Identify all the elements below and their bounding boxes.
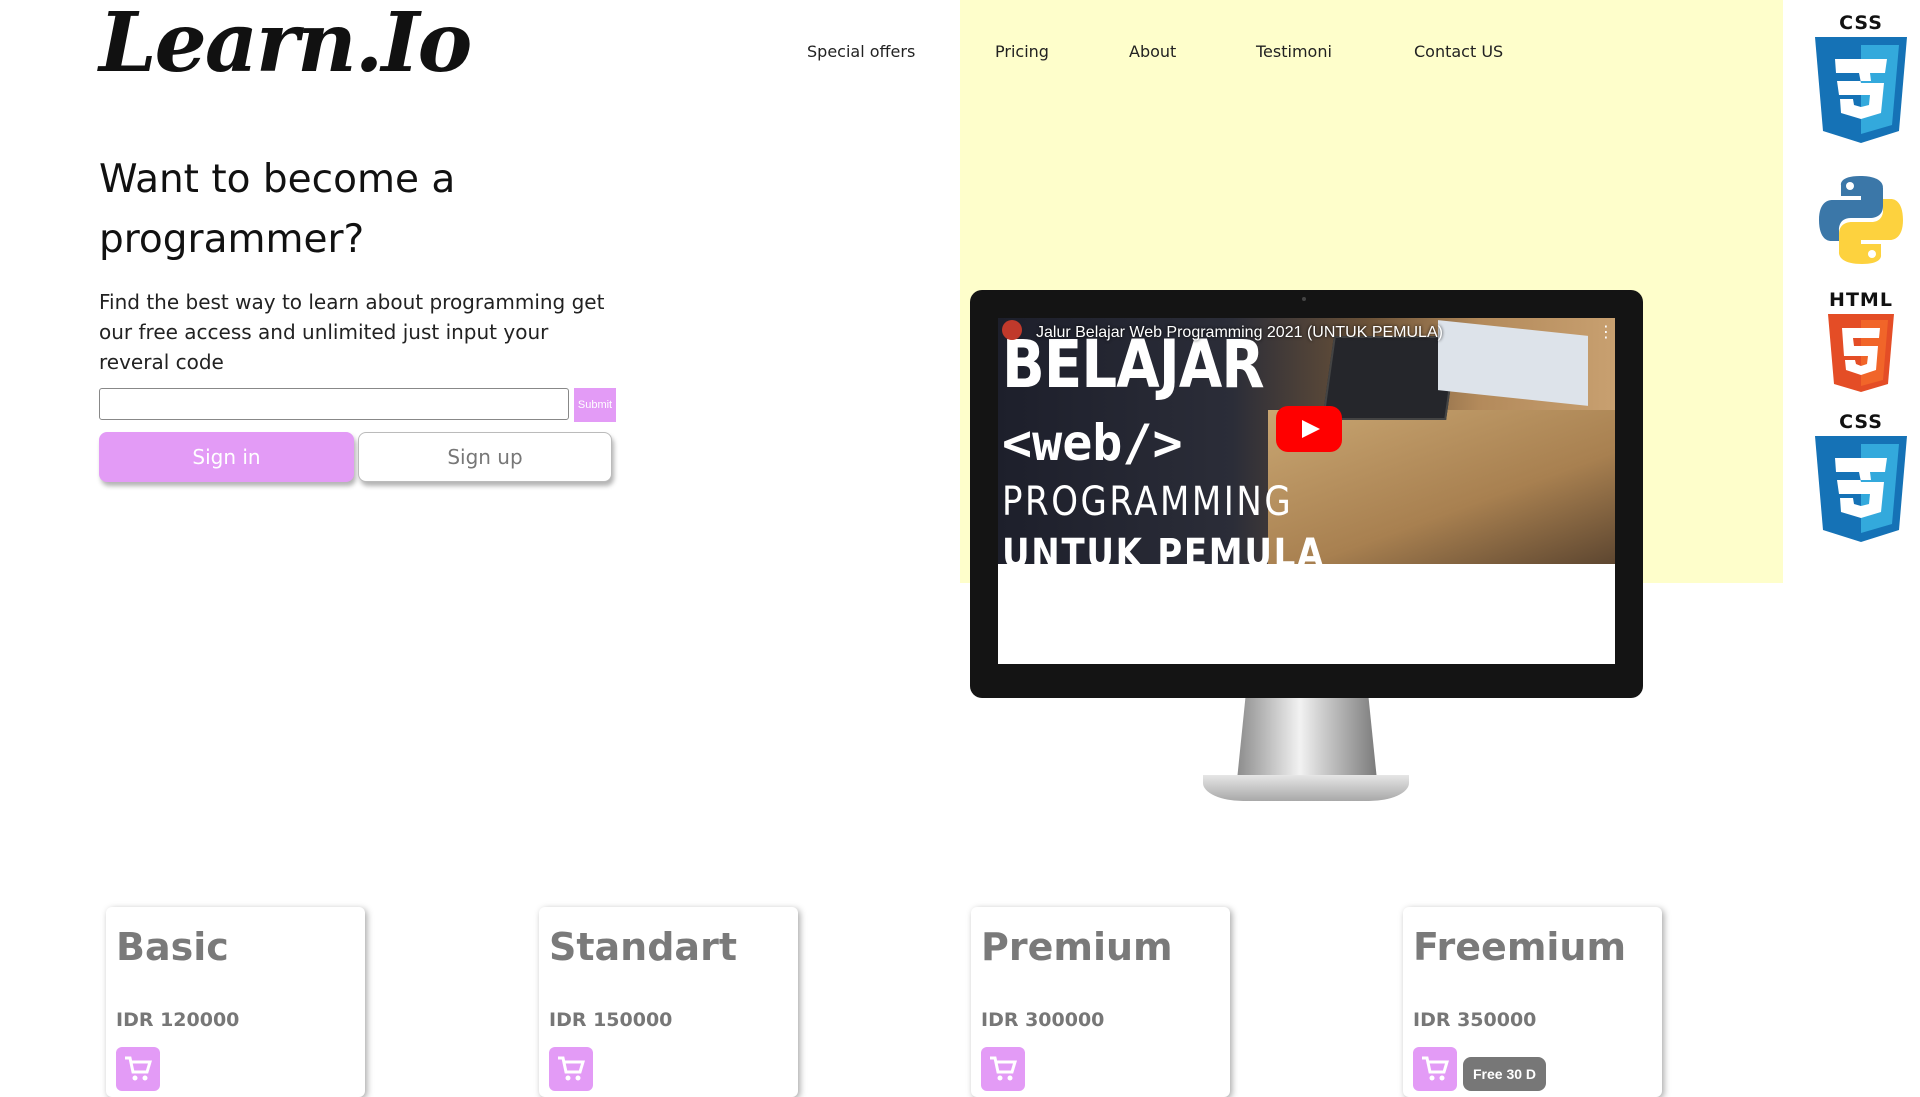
plan-name: Premium <box>981 925 1173 969</box>
nav-link-special-offers[interactable]: Special offers <box>807 42 915 61</box>
video-thumb-text-untuk-pemula: UNTUK PEMULA <box>1002 531 1326 564</box>
plan-price: IDR 300000 <box>981 1009 1105 1031</box>
nav-link-pricing[interactable]: Pricing <box>995 42 1049 61</box>
pricing-card-standart: Standart IDR 150000 <box>539 907 798 1097</box>
monitor-screen: BELAJAR <web/> PROGRAMMING UNTUK PEMULA … <box>998 318 1615 664</box>
add-to-cart-button[interactable] <box>981 1047 1025 1091</box>
sign-in-button[interactable]: Sign in <box>99 432 354 482</box>
nav-link-contact[interactable]: Contact US <box>1414 42 1503 61</box>
html5-icon <box>1828 314 1894 392</box>
add-to-cart-button[interactable] <box>116 1047 160 1091</box>
hero-title: Want to become a programmer? <box>99 157 456 262</box>
css3-icon <box>1815 436 1907 542</box>
plan-name: Basic <box>116 925 229 969</box>
monitor-camera <box>1302 297 1306 301</box>
tech-label-html: HTML <box>1829 289 1893 311</box>
more-options-icon[interactable]: ⋮ <box>1598 322 1614 341</box>
sign-up-button[interactable]: Sign up <box>358 432 612 482</box>
tech-badge-python <box>1811 172 1911 268</box>
pricing-card-freemium: Freemium IDR 350000 Free 30 D <box>1403 907 1662 1097</box>
monitor-frame: BELAJAR <web/> PROGRAMMING UNTUK PEMULA … <box>970 290 1643 698</box>
add-to-cart-button[interactable] <box>549 1047 593 1091</box>
video-thumbnail-monitor <box>1438 320 1588 406</box>
free-trial-badge: Free 30 D <box>1463 1057 1547 1091</box>
plan-price: IDR 350000 <box>1413 1009 1537 1031</box>
referral-code-input[interactable] <box>99 388 569 420</box>
video-thumb-text-programming: PROGRAMMING <box>1002 479 1294 525</box>
video-thumb-text-web: <web/> <box>1002 414 1183 472</box>
css3-icon <box>1815 37 1907 143</box>
cart-icon <box>125 1056 152 1081</box>
tech-label-css-2: CSS <box>1839 411 1883 433</box>
monitor-stand-neck <box>1237 698 1377 780</box>
main-nav: Special offers Pricing About Testimoni C… <box>0 42 1920 66</box>
video-title[interactable]: Jalur Belajar Web Programming 2021 (UNTU… <box>1036 324 1443 342</box>
add-to-cart-button[interactable] <box>1413 1047 1457 1091</box>
youtube-video-embed[interactable]: BELAJAR <web/> PROGRAMMING UNTUK PEMULA … <box>998 318 1615 564</box>
tech-badge-css-2: CSS <box>1811 413 1911 544</box>
cart-icon <box>558 1056 585 1081</box>
plan-price: IDR 150000 <box>549 1009 673 1031</box>
monitor-stand-base <box>1203 775 1409 801</box>
channel-avatar-icon[interactable] <box>1002 320 1022 340</box>
cart-icon <box>1422 1056 1449 1081</box>
tech-badge-html: HTML <box>1811 291 1911 394</box>
plan-price: IDR 120000 <box>116 1009 240 1031</box>
pricing-card-basic: Basic IDR 120000 <box>106 907 365 1097</box>
submit-button[interactable]: Submit <box>574 388 616 422</box>
play-button-icon[interactable] <box>1276 406 1342 452</box>
tech-label-css: CSS <box>1839 12 1883 34</box>
cart-icon <box>990 1056 1017 1081</box>
pricing-card-premium: Premium IDR 300000 <box>971 907 1230 1097</box>
nav-link-testimoni[interactable]: Testimoni <box>1256 42 1332 61</box>
nav-link-about[interactable]: About <box>1129 42 1176 61</box>
python-icon <box>1819 176 1903 264</box>
plan-name: Standart <box>549 925 737 969</box>
plan-name: Freemium <box>1413 925 1627 969</box>
tech-badge-css: CSS <box>1811 14 1911 145</box>
hero-description: Find the best way to learn about program… <box>99 290 605 374</box>
